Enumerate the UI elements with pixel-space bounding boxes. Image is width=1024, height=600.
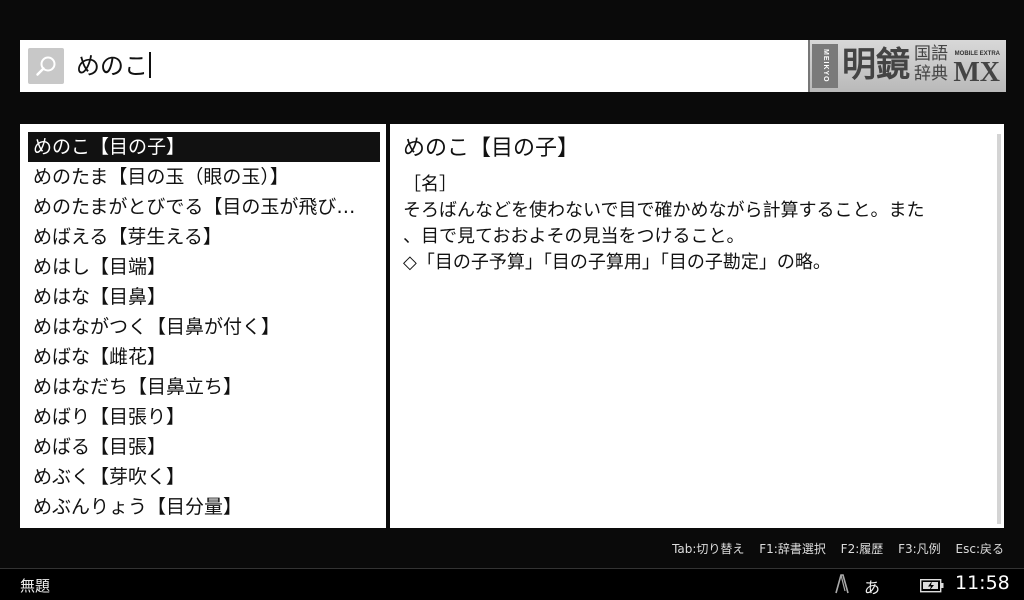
definition-heading: めのこ【目の子】 [403,136,580,161]
definition-pane[interactable]: めのこ【目の子】 ［名］ そろばんなどを使わないで目で確かめながら計算すること。… [390,124,1004,528]
logo-subtitle: 国語辞典 [914,44,948,84]
definition-note-line: ◇「目の子予算」「目の子算用」「目の子勘定」の略。 [403,252,831,273]
search-icon[interactable] [28,48,64,84]
hint-esc: Esc:戻る [955,542,1004,556]
battery-icon [919,578,944,597]
definition-scrollbar[interactable] [997,134,1001,524]
search-bar: めのこ MEIKYO 明鏡 国語辞典 MOBILE EXTRA MX [20,40,1006,92]
hint-tab: Tab:切り替え [672,542,745,556]
word-list-item[interactable]: めぶく【芽吹く】 [28,462,380,492]
search-input[interactable]: めのこ [76,48,796,84]
logo-edition: MX [953,57,1000,88]
clock: 11:58 [955,572,1010,594]
word-list-item[interactable]: めのたま【目の玉（眼の玉）】 [28,162,380,192]
dictionary-logo: MEIKYO 明鏡 国語辞典 MOBILE EXTRA MX [808,40,1006,92]
word-list-item[interactable]: めばな【雌花】 [28,342,380,372]
status-bar: 無題 あ 11:58 [0,568,1024,600]
word-list[interactable]: めのこ【目の子】 めのたま【目の玉（眼の玉）】 めのたまがとびでる【目の玉が飛び… [20,124,386,528]
word-list-item[interactable]: めばえる【芽生える】 [28,222,380,252]
word-list-item[interactable]: めはなだち【目鼻立ち】 [28,372,380,402]
search-input-value: めのこ [76,52,148,80]
document-title: 無題 [20,577,51,595]
hint-f3: F3:凡例 [898,542,941,556]
hint-f1: F1:辞書選択 [759,542,826,556]
hint-f2: F2:履歴 [840,542,884,556]
word-list-item[interactable]: めはながつく【目鼻が付く】 [28,312,380,342]
text-caret [149,52,151,78]
key-hints: Tab:切り替え F1:辞書選択 F2:履歴 F3:凡例 Esc:戻る [661,540,1004,557]
logo-publisher: MEIKYO [812,44,838,88]
definition-text-line: 、目で見ておおよその見当をつけること。 [403,226,745,247]
definition-part-of-speech: ［名］ [403,174,457,195]
logo-name: 明鏡 [842,45,910,85]
word-list-item[interactable]: めぶんりょう【目分量】 [28,492,380,522]
word-list-item-selected[interactable]: めのこ【目の子】 [28,132,380,162]
definition-text-line: そろばんなどを使わないで目で確かめながら計算すること。また [403,200,925,221]
word-list-item[interactable]: めはな【目鼻】 [28,282,380,312]
word-list-item[interactable]: めはし【目端】 [28,252,380,282]
word-list-item[interactable]: めばり【目張り】 [28,402,380,432]
ime-mode-indicator[interactable]: あ [864,574,880,598]
pen-icon[interactable] [835,573,849,599]
word-list-item[interactable]: めばる【目張】 [28,432,380,462]
word-list-item[interactable]: めのたまがとびでる【目の玉が飛び… [28,192,380,222]
